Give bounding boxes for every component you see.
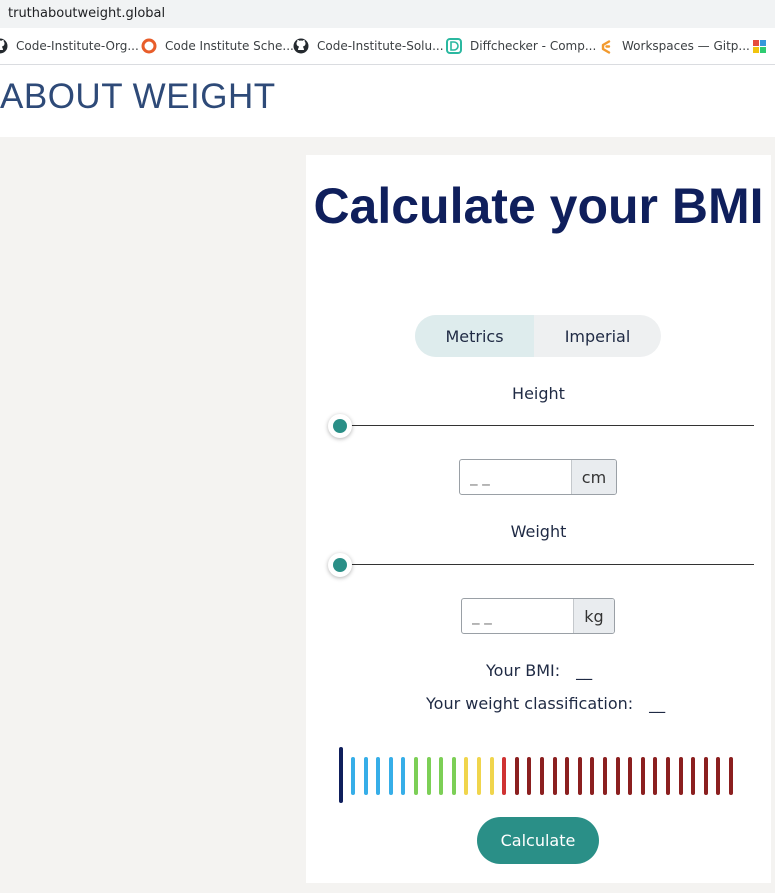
scale-bar [552, 757, 557, 795]
bookmark-code-institute-solutions[interactable]: Code-Institute-Solu... [293, 28, 444, 64]
scale-bar [527, 757, 532, 795]
unit-toggle: Metrics Imperial [415, 315, 661, 357]
site-title[interactable]: ABOUT WEIGHT [0, 77, 276, 117]
height-unit: cm [571, 460, 616, 494]
scale-bar [565, 757, 570, 795]
scale-bar [577, 757, 582, 795]
scale-indicator [339, 747, 343, 803]
scale-bar [351, 757, 355, 795]
bookmark-code-institute-schedule[interactable]: Code Institute Sche... [141, 28, 294, 64]
slider-thumb[interactable] [328, 414, 352, 438]
scale-bar [502, 757, 507, 795]
classification-label: Your weight classification: [426, 694, 634, 713]
bookmark-label: Diffchecker - Comp... [470, 39, 597, 53]
bookmark-code-institute-org[interactable]: Code-Institute-Org... [0, 28, 139, 64]
diffchecker-icon [446, 38, 462, 54]
scale-bar [477, 757, 481, 795]
height-label: Height [512, 384, 565, 403]
bookmark-label: Workspaces — Gitp... [622, 39, 750, 53]
scale-bar [716, 757, 721, 795]
bmi-calculator-card: Calculate your BMI Metrics Imperial Heig… [306, 155, 771, 883]
bmi-result: Your BMI: __ [486, 661, 592, 680]
classification-result: Your weight classification: __ [426, 694, 665, 713]
bmi-label: Your BMI: [486, 661, 561, 680]
code-institute-icon [141, 38, 157, 54]
height-input[interactable] [460, 460, 571, 494]
slider-track [340, 564, 754, 565]
gitpod-icon [601, 40, 611, 54]
height-field: cm [459, 459, 617, 495]
bookmark-diffchecker[interactable]: Diffchecker - Comp... [446, 28, 596, 64]
scale-bar [603, 757, 607, 795]
calculate-button[interactable]: Calculate [477, 817, 599, 864]
bmi-scale [339, 747, 739, 803]
scale-bar [666, 757, 670, 795]
scale-bar [451, 757, 456, 795]
tab-imperial[interactable]: Imperial [534, 315, 661, 357]
height-slider[interactable] [328, 414, 754, 438]
weight-field: kg [461, 598, 615, 634]
scale-bar [729, 757, 733, 795]
bmi-value: __ [576, 661, 593, 680]
slider-track [340, 425, 754, 426]
weight-unit: kg [573, 599, 614, 633]
weight-input[interactable] [462, 599, 573, 633]
scale-bar [388, 757, 393, 795]
scale-bar [590, 757, 595, 795]
scale-bar [615, 757, 620, 795]
scale-bar [640, 757, 645, 795]
bookmark-label: Code-Institute-Solu... [317, 39, 444, 53]
github-icon [293, 38, 309, 54]
slider-thumb[interactable] [328, 553, 352, 577]
address-bar[interactable]: truthaboutweight.global [0, 0, 775, 28]
scale-bar [678, 757, 683, 795]
classification-value: __ [649, 694, 666, 713]
scale-bar [376, 757, 381, 795]
scale-bar [514, 757, 519, 795]
bookmark-overflow[interactable] [752, 28, 768, 64]
tab-metrics[interactable]: Metrics [415, 315, 534, 357]
scale-bar [401, 757, 406, 795]
bookmark-label: Code Institute Sche... [165, 39, 294, 53]
bookmark-label: Code-Institute-Org... [16, 39, 139, 53]
scale-bar [489, 757, 494, 795]
scale-bar [414, 757, 418, 795]
bookmarks-bar: Code-Institute-Org... Code Institute Sch… [0, 28, 775, 65]
url-text[interactable]: truthaboutweight.global [8, 6, 165, 21]
weight-slider[interactable] [328, 553, 754, 577]
scale-bar [653, 757, 658, 795]
calculator-title: Calculate your BMI [313, 178, 764, 234]
bookmark-gitpod[interactable]: Workspaces — Gitp... [598, 28, 750, 64]
scale-bar [703, 757, 708, 795]
scale-bar [464, 757, 469, 795]
scale-bar [691, 757, 696, 795]
puzzle-icon [753, 40, 766, 53]
github-icon [0, 38, 8, 54]
scale-bar [363, 757, 368, 795]
scale-bar [426, 757, 431, 795]
site-header: ABOUT WEIGHT [0, 65, 775, 137]
scale-bar [439, 757, 444, 795]
weight-label: Weight [510, 522, 567, 541]
scale-bar [628, 757, 633, 795]
scale-bar [540, 757, 544, 795]
